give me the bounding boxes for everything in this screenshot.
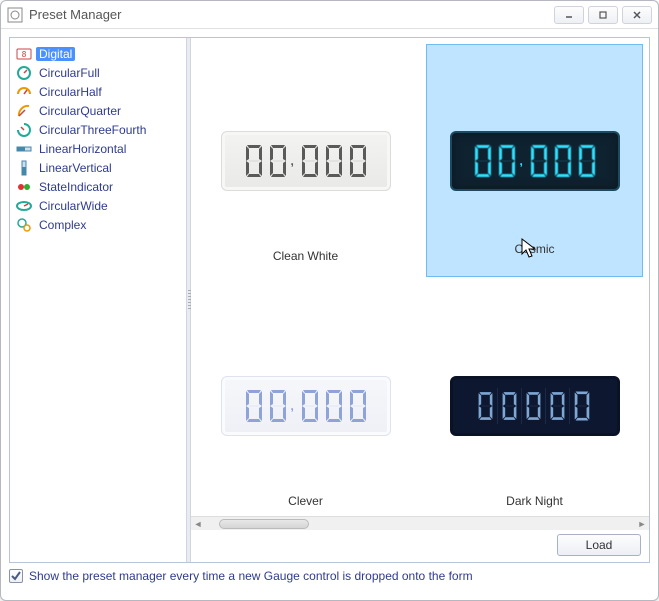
preset-tile-dark-night[interactable]: Dark Night: [420, 283, 649, 528]
linear-v-icon: [16, 160, 32, 176]
button-row: Load: [557, 532, 641, 558]
category-item-label: LinearVertical: [36, 161, 115, 175]
category-item-label: StateIndicator: [36, 180, 116, 194]
digit-icon: [476, 388, 498, 424]
preview-panel: ,: [191, 38, 649, 562]
category-item-label: CircularWide: [36, 199, 111, 213]
preset-tile-cosmic[interactable]: ,: [426, 44, 643, 277]
preset-caption: Clever: [288, 494, 323, 508]
category-item-circularquarter[interactable]: CircularQuarter: [14, 101, 182, 120]
digit-icon: [496, 143, 518, 179]
digit-icon: [347, 143, 369, 179]
horizontal-scrollbar[interactable]: ◄ ►: [191, 516, 649, 530]
circ-wide-icon: [16, 198, 32, 214]
digit-icon: [572, 388, 594, 424]
digit-icon: [524, 388, 546, 424]
app-icon: [7, 7, 23, 23]
category-item-stateindicator[interactable]: StateIndicator: [14, 177, 182, 196]
scroll-thumb[interactable]: [219, 519, 309, 529]
scroll-track[interactable]: [205, 517, 635, 530]
main-panel: 8 Digital CircularFull CircularHalf Circular…: [9, 37, 650, 563]
category-item-label: CircularThreeFourth: [36, 123, 149, 137]
window-controls: [554, 6, 652, 24]
complex-icon: [16, 217, 32, 233]
category-item-label: Digital: [36, 47, 75, 61]
circ-full-icon: [16, 65, 32, 81]
preset-tile-clean-white[interactable]: ,: [191, 38, 420, 283]
preset-preview: ,: [450, 131, 620, 191]
digit-icon: [552, 143, 574, 179]
digit-icon: [299, 388, 321, 424]
category-item-complex[interactable]: Complex: [14, 215, 182, 234]
window: Preset Manager 8 Digital CircularFull Circu…: [0, 0, 659, 601]
svg-text:8: 8: [22, 50, 27, 59]
linear-h-icon: [16, 141, 32, 157]
category-item-digital[interactable]: 8 Digital: [14, 44, 182, 63]
client-area: 8 Digital CircularFull CircularHalf Circular…: [1, 29, 658, 600]
digit-icon: [299, 143, 321, 179]
preview-grid: ,: [191, 38, 649, 528]
digit-icon: [323, 388, 345, 424]
maximize-button[interactable]: [588, 6, 618, 24]
digit-icon: [243, 388, 265, 424]
digit-icon: [528, 143, 550, 179]
minimize-button[interactable]: [554, 6, 584, 24]
preset-caption: Dark Night: [506, 494, 563, 508]
category-list[interactable]: 8 Digital CircularFull CircularHalf Circular…: [10, 38, 186, 562]
preset-preview: ,: [221, 376, 391, 436]
category-item-circularwide[interactable]: CircularWide: [14, 196, 182, 215]
separator-icon: ,: [291, 399, 297, 413]
titlebar[interactable]: Preset Manager: [1, 1, 658, 29]
load-button[interactable]: Load: [557, 534, 641, 556]
category-item-circularfull[interactable]: CircularFull: [14, 63, 182, 82]
digit-icon: [576, 143, 598, 179]
preset-caption: Cosmic: [514, 242, 554, 256]
category-item-label: CircularHalf: [36, 85, 105, 99]
close-button[interactable]: [622, 6, 652, 24]
digit-icon: [267, 143, 289, 179]
show-on-drop-label[interactable]: Show the preset manager every time a new…: [29, 569, 473, 583]
category-item-label: Complex: [36, 218, 89, 232]
preset-preview: [450, 376, 620, 436]
category-item-circularthreefourth[interactable]: CircularThreeFourth: [14, 120, 182, 139]
digit-icon: [243, 143, 265, 179]
category-item-label: CircularQuarter: [36, 104, 124, 118]
digit-icon: [548, 388, 570, 424]
category-item-linearhorizontal[interactable]: LinearHorizontal: [14, 139, 182, 158]
digit-icon: [347, 388, 369, 424]
category-item-label: CircularFull: [36, 66, 103, 80]
category-item-circularhalf[interactable]: CircularHalf: [14, 82, 182, 101]
circ-quarter-icon: [16, 103, 32, 119]
preset-preview: ,: [221, 131, 391, 191]
preset-caption: Clean White: [273, 249, 338, 263]
footer: Show the preset manager every time a new…: [9, 569, 650, 583]
digit-icon: [472, 143, 494, 179]
window-title: Preset Manager: [29, 7, 554, 22]
preset-tile-clever[interactable]: ,: [191, 283, 420, 528]
category-item-linearvertical[interactable]: LinearVertical: [14, 158, 182, 177]
circ-threequarter-icon: [16, 122, 32, 138]
digit-icon: [500, 388, 522, 424]
digital-icon: 8: [16, 46, 32, 62]
scroll-left-icon[interactable]: ◄: [191, 517, 205, 531]
separator-icon: ,: [291, 154, 297, 168]
separator-icon: ,: [520, 154, 526, 168]
circ-half-icon: [16, 84, 32, 100]
state-icon: [16, 179, 32, 195]
show-on-drop-checkbox[interactable]: [9, 569, 23, 583]
scroll-right-icon[interactable]: ►: [635, 517, 649, 531]
category-item-label: LinearHorizontal: [36, 142, 129, 156]
digit-icon: [267, 388, 289, 424]
digit-icon: [323, 143, 345, 179]
